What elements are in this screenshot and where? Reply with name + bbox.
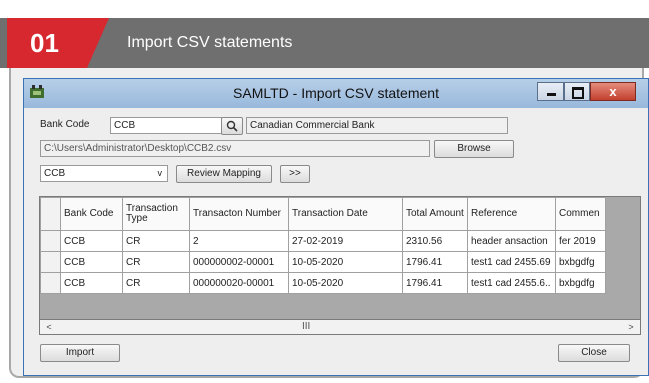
chevron-down-icon: v [157, 168, 163, 178]
column-header-reference[interactable]: Reference [467, 197, 556, 231]
cell-transaction-date[interactable]: 10-05-2020 [288, 272, 403, 294]
transactions-table: Bank Code Transaction Type Transacton Nu… [40, 197, 606, 294]
step-number: 01 [7, 18, 87, 68]
cell-transaction-number[interactable]: 000000002-00001 [189, 251, 289, 273]
cell-reference[interactable]: header ansaction [467, 230, 556, 252]
cell-transaction-date[interactable]: 10-05-2020 [288, 251, 403, 273]
minimize-icon [547, 93, 556, 96]
bank-code-label: Bank Code [40, 119, 90, 130]
column-header-total-amount[interactable]: Total Amount [402, 197, 468, 231]
scroll-thumb-grip[interactable]: III [302, 320, 310, 334]
maximize-icon [572, 87, 584, 99]
cell-bank-code[interactable]: CCB [60, 230, 123, 252]
column-header-comment[interactable]: Commen [555, 197, 606, 231]
cell-transaction-date[interactable]: 27-02-2019 [288, 230, 403, 252]
transactions-grid[interactable]: Bank Code Transaction Type Transacton Nu… [39, 196, 641, 335]
cell-transaction-type[interactable]: CR [122, 230, 190, 252]
cell-transaction-number[interactable]: 000000020-00001 [189, 272, 289, 294]
close-icon: x [609, 84, 617, 99]
cell-reference[interactable]: test1 cad 2455.6.. [467, 272, 556, 294]
column-header-transaction-type[interactable]: Transaction Type [122, 197, 190, 231]
cell-transaction-number[interactable]: 2 [189, 230, 289, 252]
step-number-arrow [87, 18, 109, 68]
import-csv-dialog: SAMLTD - Import CSV statement x Bank Cod… [23, 78, 649, 376]
cell-transaction-type[interactable]: CR [122, 272, 190, 294]
row-header-corner [40, 197, 61, 231]
banner-title: Import CSV statements [127, 34, 293, 51]
cell-bank-code[interactable]: CCB [60, 251, 123, 273]
scroll-right-button[interactable]: > [624, 320, 638, 334]
title-bar[interactable]: SAMLTD - Import CSV statement x [24, 79, 648, 108]
row-header[interactable] [40, 230, 61, 252]
bank-code-input[interactable]: CCB [110, 117, 222, 134]
grid-header-row: Bank Code Transaction Type Transacton Nu… [40, 197, 606, 231]
cell-total-amount[interactable]: 1796.41 [402, 251, 468, 273]
browse-button[interactable]: Browse [434, 140, 514, 158]
file-path-field[interactable]: C:\Users\Administrator\Desktop\CCB2.csv [40, 140, 430, 157]
close-button[interactable]: Close [558, 344, 630, 362]
column-header-bank-code[interactable]: Bank Code [60, 197, 123, 231]
mapping-select-value: CCB [44, 168, 66, 179]
table-row[interactable]: CCB CR 000000002-00001 10-05-2020 1796.4… [40, 251, 606, 273]
row-header[interactable] [40, 251, 61, 273]
cell-bank-code[interactable]: CCB [60, 272, 123, 294]
magnifier-icon [226, 120, 238, 132]
cell-total-amount[interactable]: 2310.56 [402, 230, 468, 252]
import-button[interactable]: Import [40, 344, 120, 362]
cell-comment[interactable]: bxbgdfg [555, 251, 606, 273]
mapping-select[interactable]: CCB v [40, 165, 168, 182]
cell-reference[interactable]: test1 cad 2455.69 [467, 251, 556, 273]
cell-comment[interactable]: bxbgdfg [555, 272, 606, 294]
horizontal-scrollbar[interactable]: < III > [39, 319, 641, 335]
bank-name-field: Canadian Commercial Bank [246, 117, 508, 134]
minimize-button[interactable] [537, 82, 564, 101]
column-header-transaction-number[interactable]: Transacton Number [189, 197, 289, 231]
review-mapping-button[interactable]: Review Mapping [176, 165, 272, 183]
column-header-transaction-date[interactable]: Transaction Date [288, 197, 403, 231]
next-button[interactable]: >> [280, 165, 310, 183]
close-window-button[interactable]: x [590, 82, 636, 101]
table-row[interactable]: CCB CR 000000020-00001 10-05-2020 1796.4… [40, 272, 606, 294]
scroll-left-button[interactable]: < [42, 320, 56, 334]
cell-transaction-type[interactable]: CR [122, 251, 190, 273]
bank-lookup-button[interactable] [221, 117, 243, 135]
cell-total-amount[interactable]: 1796.41 [402, 272, 468, 294]
cell-comment[interactable]: fer 2019 [555, 230, 606, 252]
row-header[interactable] [40, 272, 61, 294]
table-row[interactable]: CCB CR 2 27-02-2019 2310.56 header ansac… [40, 230, 606, 252]
maximize-button[interactable] [564, 82, 590, 101]
